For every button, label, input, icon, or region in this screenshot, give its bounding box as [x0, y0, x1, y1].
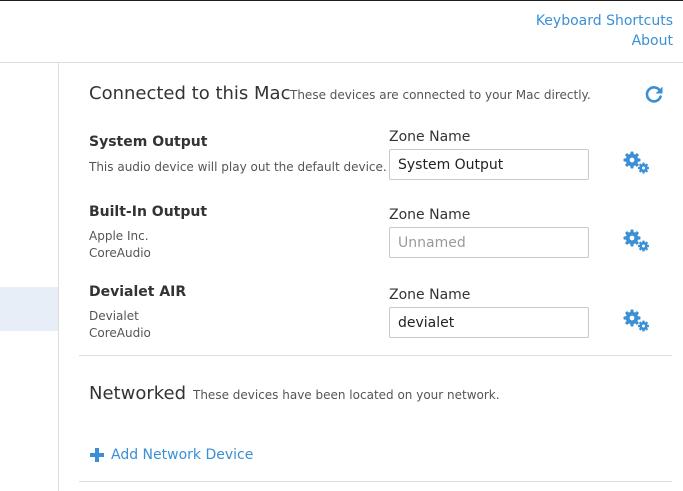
add-network-device-button[interactable]: Add Network Device [90, 447, 253, 463]
keyboard-shortcuts-link[interactable]: Keyboard Shortcuts [536, 11, 673, 31]
device-manufacturer: Apple Inc. [89, 229, 149, 243]
window-top-border [0, 0, 683, 1]
main-panel: Connected to this Mac These devices are … [59, 63, 683, 491]
connected-section-title: Connected to this Mac [89, 83, 291, 104]
networked-section-title: Networked [89, 383, 187, 404]
connected-section-subtitle: These devices are connected to your Mac … [290, 88, 591, 102]
zone-name-input-built-in-output[interactable] [389, 227, 589, 258]
gears-icon[interactable] [621, 150, 651, 176]
header-links: Keyboard Shortcuts About [536, 11, 673, 51]
about-link[interactable]: About [536, 31, 673, 51]
zone-name-input-devialet-air[interactable] [389, 307, 589, 338]
gears-icon[interactable] [621, 228, 651, 254]
section-divider [79, 355, 672, 356]
zone-name-label: Zone Name [389, 129, 471, 145]
add-network-device-label: Add Network Device [111, 447, 254, 463]
device-manufacturer: Devialet [89, 309, 139, 323]
device-description: This audio device will play out the defa… [89, 160, 387, 174]
zone-name-label: Zone Name [389, 287, 471, 303]
device-name: System Output [89, 134, 208, 150]
networked-section-subtitle: These devices have been located on your … [193, 388, 500, 402]
sidebar [0, 63, 59, 491]
plus-icon [90, 448, 104, 462]
zone-name-input-system-output[interactable] [389, 149, 589, 180]
device-name: Built-In Output [89, 204, 208, 220]
device-name: Devialet AIR [89, 284, 187, 300]
refresh-icon[interactable] [644, 84, 664, 104]
device-driver: CoreAudio [89, 246, 151, 260]
sidebar-selected-item[interactable] [0, 287, 58, 331]
device-driver: CoreAudio [89, 326, 151, 340]
gears-icon[interactable] [621, 308, 651, 334]
zone-name-label: Zone Name [389, 207, 471, 223]
section-divider [79, 481, 672, 482]
